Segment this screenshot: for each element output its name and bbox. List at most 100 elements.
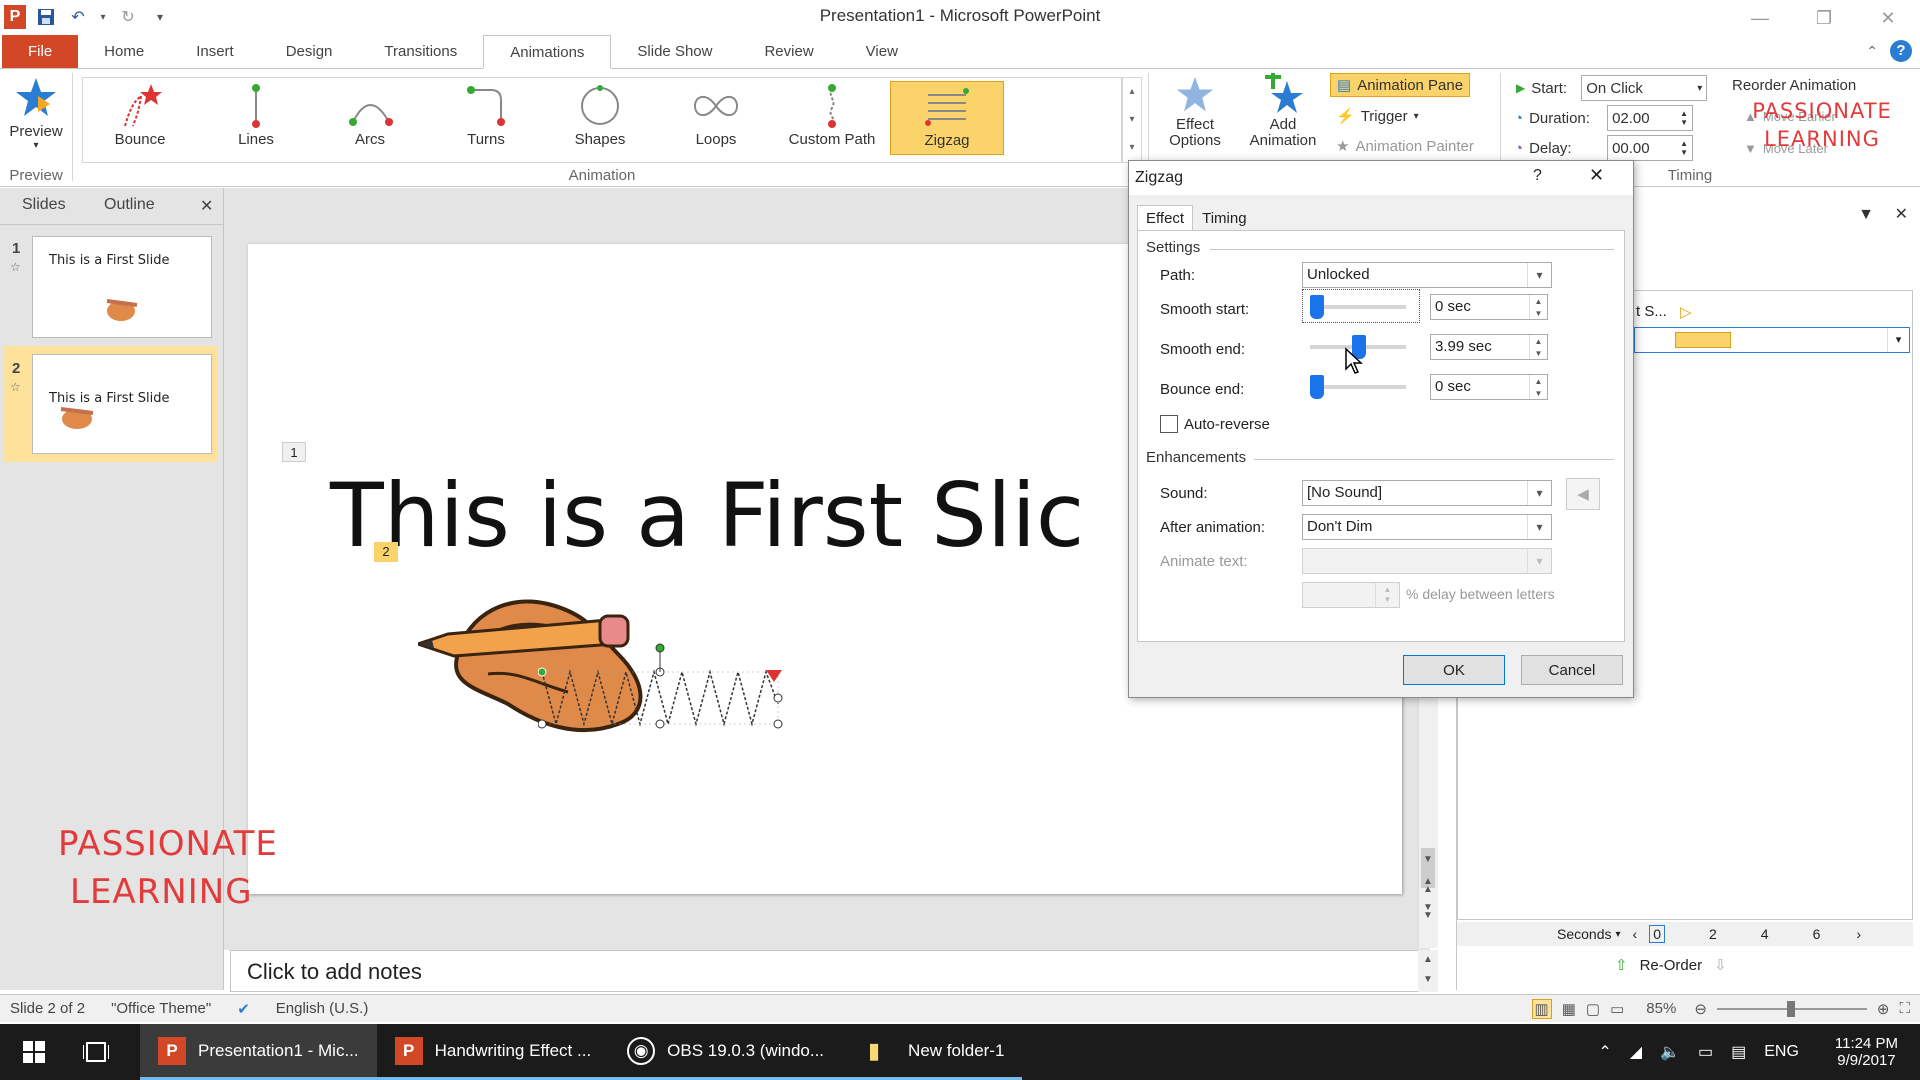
tab-animations[interactable]: Animations bbox=[483, 35, 612, 69]
tab-review[interactable]: Review bbox=[738, 35, 839, 68]
zigzag-motion-path[interactable] bbox=[538, 640, 798, 740]
path-select[interactable]: Unlocked ▾ bbox=[1302, 262, 1552, 288]
smooth-start-spinner[interactable]: 0 sec ▲ ▼ bbox=[1430, 294, 1548, 320]
bounce-end-spinner[interactable]: 0 sec ▲ ▼ bbox=[1430, 374, 1548, 400]
notes-pane[interactable]: Click to add notes bbox=[230, 950, 1420, 992]
minimize-button[interactable]: — bbox=[1728, 0, 1792, 36]
close-window-button[interactable]: ✕ bbox=[1856, 0, 1920, 36]
smooth-start-slider[interactable] bbox=[1310, 295, 1406, 319]
slider-thumb[interactable] bbox=[1310, 295, 1324, 319]
tab-outline[interactable]: Outline bbox=[104, 196, 155, 214]
gallery-arcs[interactable]: Arcs bbox=[336, 81, 404, 148]
gallery-loops[interactable]: Loops bbox=[682, 81, 750, 148]
notes-scrollbar[interactable]: ▲ ▼ bbox=[1418, 950, 1438, 992]
reading-view-icon[interactable]: ▢ bbox=[1586, 1000, 1600, 1018]
add-animation-button[interactable]: Add Animation bbox=[1240, 73, 1326, 149]
restore-button[interactable]: ❐ bbox=[1792, 0, 1856, 36]
battery-icon[interactable]: ▭ bbox=[1698, 1042, 1713, 1062]
tab-slide-show[interactable]: Slide Show bbox=[611, 35, 738, 68]
tray-expand-icon[interactable]: ⌃ bbox=[1598, 1042, 1611, 1062]
sound-select[interactable]: [No Sound] ▾ bbox=[1302, 480, 1552, 506]
animation-painter-button[interactable]: ★ Animation Painter bbox=[1336, 137, 1474, 156]
gallery-zigzag[interactable]: Zigzag bbox=[890, 81, 1004, 155]
windows-start-icon[interactable] bbox=[20, 1038, 48, 1066]
taskbar-item-obs[interactable]: ◉ OBS 19.0.3 (windo... bbox=[609, 1024, 843, 1080]
delay-spinner[interactable]: 00.00 ▲ ▼ bbox=[1607, 135, 1694, 161]
spell-check-icon[interactable]: ✔ bbox=[237, 1000, 250, 1018]
task-view-icon[interactable] bbox=[82, 1038, 110, 1066]
fit-to-window-icon[interactable]: ⛶ bbox=[1899, 1000, 1910, 1017]
zoom-slider-thumb[interactable] bbox=[1786, 1000, 1795, 1017]
speaker-icon[interactable]: ◀ bbox=[1566, 478, 1600, 510]
preview-button[interactable]: Preview ▾ bbox=[6, 73, 66, 151]
reorder-up-icon[interactable]: ⇧ bbox=[1615, 956, 1628, 974]
pane-close-icon[interactable]: ✕ bbox=[1895, 204, 1908, 224]
gallery-scroll[interactable]: ▴ ▾ ▾ bbox=[1122, 77, 1142, 163]
animation-pane-button[interactable]: ▤ Animation Pane bbox=[1330, 73, 1471, 97]
slider-thumb[interactable] bbox=[1310, 375, 1324, 399]
normal-view-icon[interactable]: ▥ bbox=[1531, 998, 1552, 1019]
tab-design[interactable]: Design bbox=[260, 35, 359, 68]
tab-timing[interactable]: Timing bbox=[1193, 205, 1255, 232]
tab-transitions[interactable]: Transitions bbox=[358, 35, 483, 68]
auto-reverse-checkbox[interactable] bbox=[1160, 415, 1178, 433]
taskbar-item-folder[interactable]: ▮ New folder-1 bbox=[842, 1024, 1023, 1080]
gallery-shapes[interactable]: Shapes bbox=[566, 81, 634, 148]
tab-view[interactable]: View bbox=[840, 35, 924, 68]
cancel-button[interactable]: Cancel bbox=[1521, 655, 1623, 685]
dialog-close-icon[interactable]: ✕ bbox=[1589, 165, 1604, 186]
help-icon[interactable]: ? bbox=[1890, 40, 1912, 62]
effect-options-button[interactable]: Effect Options bbox=[1158, 73, 1232, 149]
taskbar-item-powerpoint[interactable]: P Presentation1 - Mic... bbox=[140, 1024, 377, 1080]
bounce-end-slider[interactable] bbox=[1310, 375, 1406, 399]
ok-button[interactable]: OK bbox=[1403, 655, 1505, 685]
language[interactable]: English (U.S.) bbox=[276, 1000, 369, 1017]
spinner-arrows-icon[interactable]: ▲ ▼ bbox=[1529, 295, 1547, 319]
animate-text-select[interactable]: ▾ bbox=[1302, 548, 1552, 574]
prev-slide-icon[interactable]: ▲ ▲ bbox=[1423, 877, 1433, 895]
volume-icon[interactable]: 🔈 bbox=[1660, 1042, 1680, 1062]
spinner-arrows-icon[interactable]: ▲ ▼ bbox=[1529, 375, 1547, 399]
slide-sorter-icon[interactable]: ▦ bbox=[1562, 1000, 1576, 1018]
slide-thumbnail-2[interactable]: This is a First Slide bbox=[32, 354, 212, 454]
smooth-end-spinner[interactable]: 3.99 sec ▲ ▼ bbox=[1430, 334, 1548, 360]
taskbar-item-handwriting[interactable]: P Handwriting Effect ... bbox=[376, 1024, 610, 1080]
zoom-in-icon[interactable]: ⊕ bbox=[1877, 1000, 1890, 1018]
slide-title[interactable]: This is a First Slic bbox=[330, 464, 1084, 567]
next-slide-icon[interactable]: ▼ ▼ bbox=[1423, 903, 1433, 921]
zoom-slider[interactable] bbox=[1716, 1000, 1867, 1017]
pane-options-icon[interactable]: ▼ bbox=[1858, 206, 1874, 224]
notifications-icon[interactable]: ▤ bbox=[1731, 1042, 1746, 1062]
gallery-custom-path[interactable]: Custom Path bbox=[784, 81, 880, 148]
spinner-arrows-icon[interactable]: ▲ ▼ bbox=[1529, 335, 1547, 359]
theme-name[interactable]: "Office Theme" bbox=[111, 1000, 211, 1017]
timeline-prev-icon[interactable]: ‹ bbox=[1633, 926, 1638, 942]
zoom-out-icon[interactable]: ⊖ bbox=[1694, 1000, 1707, 1018]
tab-home[interactable]: Home bbox=[78, 35, 170, 68]
seconds-dropdown-icon[interactable]: ▾ bbox=[1615, 929, 1620, 940]
after-animation-select[interactable]: Don't Dim ▾ bbox=[1302, 514, 1552, 540]
item-dropdown-icon[interactable]: ▾ bbox=[1887, 328, 1909, 352]
gallery-lines[interactable]: Lines bbox=[222, 81, 290, 148]
animation-item-selected[interactable]: ▾ bbox=[1634, 327, 1910, 353]
timeline-next-icon[interactable]: › bbox=[1856, 926, 1861, 942]
tab-effect[interactable]: Effect bbox=[1137, 205, 1194, 232]
close-panel-icon[interactable]: ✕ bbox=[200, 196, 213, 216]
gallery-turns[interactable]: Turns bbox=[452, 81, 520, 148]
scroll-down-icon[interactable]: ▼ bbox=[1423, 854, 1433, 865]
dialog-help-icon[interactable]: ? bbox=[1533, 167, 1542, 185]
network-icon[interactable]: ◢ bbox=[1630, 1042, 1642, 1062]
tab-file[interactable]: File bbox=[2, 35, 79, 68]
tab-insert[interactable]: Insert bbox=[170, 35, 260, 68]
tab-slides[interactable]: Slides bbox=[22, 196, 66, 214]
animation-tag-2[interactable]: 2 bbox=[374, 542, 398, 562]
duration-spinner[interactable]: 02.00 ▲ ▼ bbox=[1607, 105, 1694, 131]
start-select[interactable]: On Click ▾ bbox=[1581, 75, 1708, 101]
gallery-bounce[interactable]: Bounce bbox=[106, 81, 174, 148]
trigger-button[interactable]: ⚡ Trigger ▾ bbox=[1336, 107, 1419, 126]
slide-thumbnail-1[interactable]: This is a First Slide bbox=[32, 236, 212, 338]
animation-tag-1[interactable]: 1 bbox=[282, 442, 306, 462]
clock[interactable]: 11:24 PM 9/9/2017 bbox=[1835, 1035, 1898, 1069]
minimize-ribbon-icon[interactable]: ⌃ bbox=[1866, 43, 1878, 60]
delay-letters-spinner[interactable]: ▲ ▼ bbox=[1302, 582, 1400, 608]
